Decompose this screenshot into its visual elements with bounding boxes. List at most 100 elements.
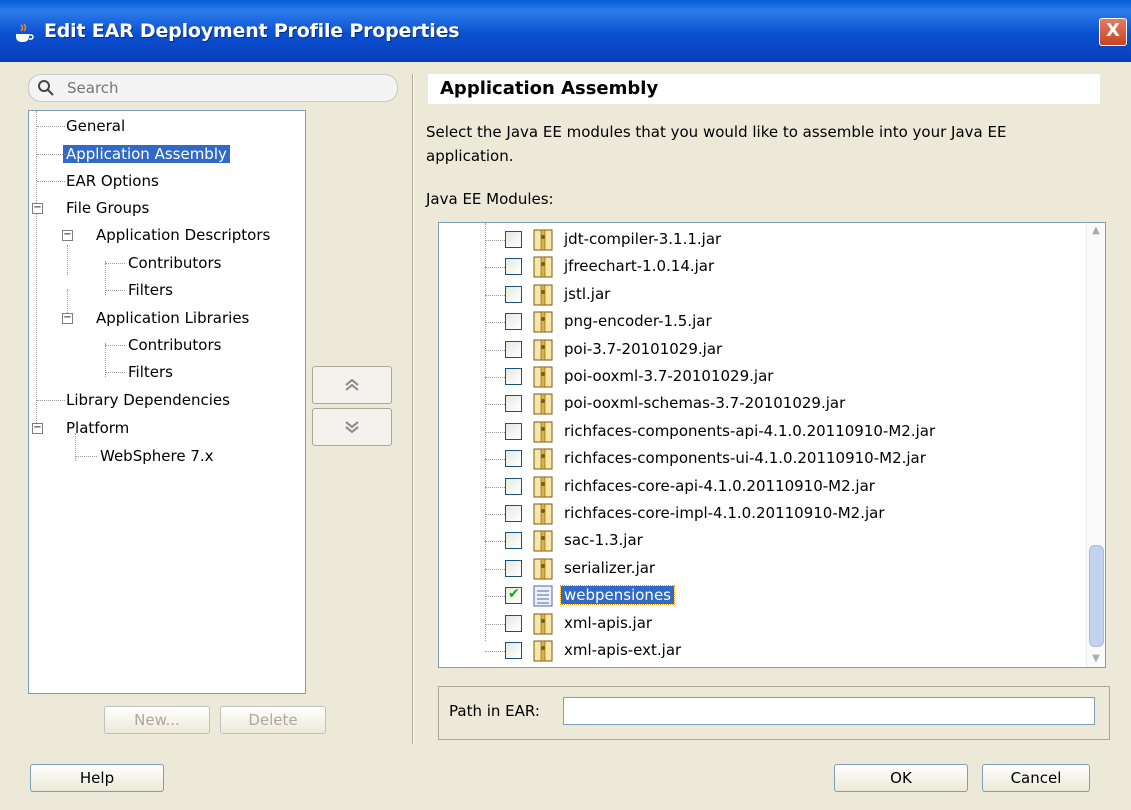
scroll-down-icon[interactable]: ▼ bbox=[1088, 651, 1104, 667]
tree-connector bbox=[485, 596, 505, 598]
module-row[interactable]: sac-1.3.jar bbox=[439, 528, 1079, 555]
collapse-icon[interactable]: − bbox=[32, 423, 43, 434]
jar-file-icon bbox=[533, 393, 553, 415]
nav-item-application-assembly[interactable]: Application Assembly bbox=[35, 143, 230, 165]
module-checkbox[interactable] bbox=[505, 231, 522, 248]
jar-file-icon bbox=[533, 448, 553, 470]
module-row[interactable]: poi-ooxml-schemas-3.7-20101029.jar bbox=[439, 391, 1079, 418]
close-button[interactable]: X bbox=[1099, 18, 1127, 46]
nav-item-label: Filters bbox=[128, 281, 173, 299]
collapse-icon[interactable]: − bbox=[62, 313, 73, 324]
module-checkbox[interactable] bbox=[505, 614, 522, 632]
jar-file-icon bbox=[533, 503, 553, 525]
nav-item-filters[interactable]: Filters bbox=[103, 279, 176, 301]
module-checkbox[interactable] bbox=[505, 368, 522, 385]
nav-item-label: Application Assembly bbox=[63, 145, 230, 163]
module-row[interactable]: jdt-compiler-3.1.1.jar bbox=[439, 227, 1079, 254]
module-row[interactable]: webpensiones bbox=[439, 583, 1079, 610]
tree-connector bbox=[485, 377, 505, 378]
module-row[interactable]: jfreechart-1.0.14.jar bbox=[439, 254, 1079, 281]
scroll-up-icon[interactable]: ▲ bbox=[1088, 223, 1104, 239]
delete-button[interactable]: Delete bbox=[220, 706, 326, 734]
cancel-button[interactable]: Cancel bbox=[982, 764, 1090, 792]
scrollbar-thumb[interactable] bbox=[1089, 545, 1104, 647]
tree-connector bbox=[485, 459, 505, 461]
nav-item-filters[interactable]: Filters bbox=[103, 361, 176, 383]
close-icon: X bbox=[1106, 20, 1120, 41]
tree-connector bbox=[485, 322, 505, 324]
collapse-icon[interactable]: − bbox=[32, 203, 43, 214]
module-checkbox[interactable] bbox=[505, 422, 522, 440]
nav-item-label: Application Descriptors bbox=[96, 226, 271, 244]
new-button-label: New... bbox=[134, 711, 180, 729]
module-row[interactable]: xml-apis.jar bbox=[439, 611, 1079, 638]
module-checkbox[interactable] bbox=[505, 559, 522, 577]
tree-connector bbox=[37, 126, 65, 127]
module-row[interactable]: poi-3.7-20101029.jar bbox=[439, 337, 1079, 364]
nav-item-ear-options[interactable]: EAR Options bbox=[35, 170, 162, 192]
module-checkbox[interactable] bbox=[505, 532, 522, 550]
module-checkbox[interactable] bbox=[505, 313, 522, 331]
nav-item-contributors[interactable]: Contributors bbox=[103, 334, 224, 356]
module-checkbox[interactable] bbox=[505, 505, 522, 522]
module-row[interactable]: png-encoder-1.5.jar bbox=[439, 309, 1079, 336]
nav-item-application-libraries[interactable]: − Application Libraries bbox=[62, 307, 252, 329]
vertical-scrollbar[interactable]: ▲ ▼ bbox=[1086, 223, 1105, 667]
project-module-icon bbox=[533, 585, 553, 607]
module-row[interactable]: serializer.jar bbox=[439, 556, 1079, 583]
jar-file-icon bbox=[533, 366, 553, 388]
nav-item-label: Filters bbox=[128, 363, 173, 381]
search-input[interactable] bbox=[65, 77, 389, 99]
jar-file-icon bbox=[533, 640, 553, 662]
nav-item-library-dependencies[interactable]: Library Dependencies bbox=[35, 389, 233, 411]
nav-item-platform[interactable]: − Platform bbox=[32, 417, 132, 439]
nav-item-general[interactable]: General bbox=[35, 115, 128, 137]
module-row[interactable]: richfaces-components-api-4.1.0.20110910-… bbox=[439, 419, 1079, 446]
panel-divider[interactable] bbox=[412, 74, 414, 744]
path-in-ear-label: Path in EAR: bbox=[449, 702, 540, 720]
tree-connector bbox=[485, 404, 505, 406]
move-down-button[interactable] bbox=[312, 408, 392, 446]
module-row[interactable]: richfaces-core-impl-4.1.0.20110910-M2.ja… bbox=[439, 501, 1079, 528]
module-checkbox[interactable] bbox=[505, 395, 522, 413]
tree-connector bbox=[105, 263, 125, 264]
nav-item-websphere[interactable]: WebSphere 7.x bbox=[73, 445, 217, 467]
ok-button[interactable]: OK bbox=[834, 764, 968, 792]
module-row[interactable]: poi-ooxml-3.7-20101029.jar bbox=[439, 364, 1079, 391]
nav-item-label: Contributors bbox=[128, 336, 222, 354]
module-checkbox[interactable] bbox=[505, 477, 522, 495]
module-checkbox[interactable] bbox=[505, 586, 522, 605]
new-button[interactable]: New... bbox=[104, 706, 210, 734]
nav-item-contributors[interactable]: Contributors bbox=[103, 252, 224, 274]
help-button[interactable]: Help bbox=[30, 764, 164, 792]
module-row[interactable]: richfaces-components-ui-4.1.0.20110910-M… bbox=[439, 446, 1079, 473]
module-row[interactable]: jstl.jar bbox=[439, 282, 1079, 309]
tree-connector bbox=[485, 431, 505, 433]
module-checkbox[interactable] bbox=[505, 450, 522, 468]
tree-connector bbox=[105, 290, 125, 291]
module-row[interactable]: richfaces-core-api-4.1.0.20110910-M2.jar bbox=[439, 474, 1079, 501]
module-checkbox[interactable] bbox=[505, 258, 522, 276]
jar-file-icon bbox=[533, 613, 553, 635]
module-checkbox[interactable] bbox=[505, 642, 522, 659]
move-up-button[interactable] bbox=[312, 366, 392, 404]
tree-connector bbox=[485, 651, 505, 652]
modules-tree: jdt-compiler-3.1.1.jar jfreechart-1.0.14.… bbox=[438, 222, 1106, 668]
module-checkbox[interactable] bbox=[505, 285, 522, 303]
collapse-icon[interactable]: − bbox=[62, 230, 73, 241]
delete-button-label: Delete bbox=[248, 711, 298, 729]
java-cup-icon bbox=[16, 23, 34, 42]
module-name: sac-1.3.jar bbox=[564, 531, 643, 550]
module-name: poi-ooxml-3.7-20101029.jar bbox=[564, 367, 774, 385]
nav-item-file-groups[interactable]: − File Groups bbox=[32, 197, 152, 219]
tree-connector bbox=[75, 456, 97, 457]
jar-file-icon bbox=[533, 530, 553, 552]
path-in-ear-input[interactable] bbox=[563, 697, 1095, 725]
nav-item-application-descriptors[interactable]: − Application Descriptors bbox=[62, 224, 273, 246]
module-checkbox[interactable] bbox=[505, 340, 522, 358]
ok-button-label: OK bbox=[890, 769, 912, 787]
module-name: richfaces-core-api-4.1.0.20110910-M2.jar bbox=[564, 476, 875, 495]
module-name: richfaces-components-api-4.1.0.20110910-… bbox=[564, 421, 936, 440]
title-bar: Edit EAR Deployment Profile Properties X bbox=[0, 0, 1131, 62]
module-row[interactable]: xml-apis-ext.jar bbox=[439, 638, 1079, 665]
